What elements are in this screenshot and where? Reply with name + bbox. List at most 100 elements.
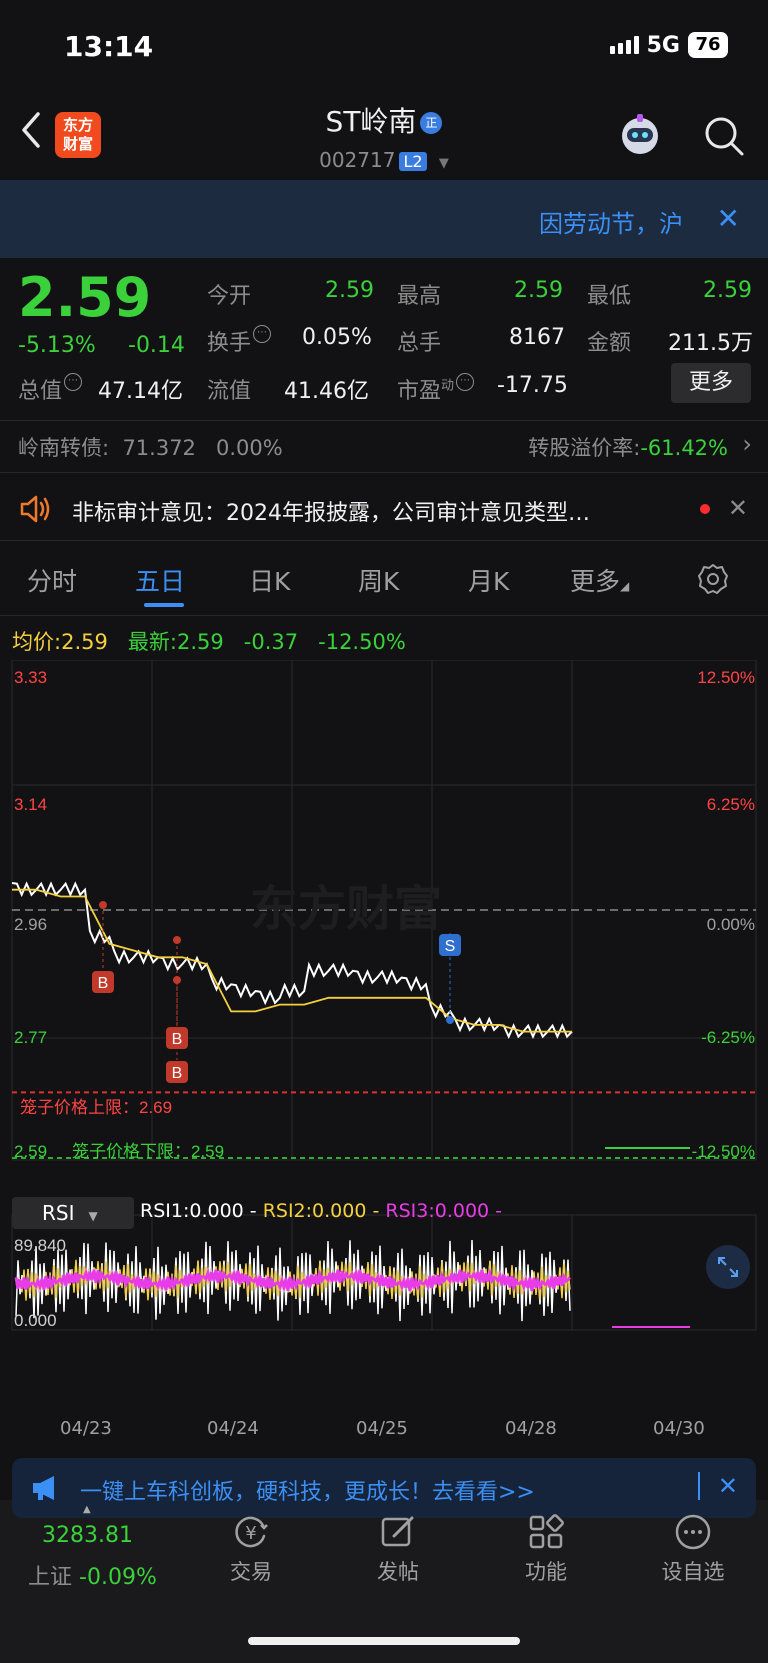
trade-marker-label: B (98, 975, 109, 992)
x-tick: 04/24 (207, 1418, 259, 1439)
upper-limit-label: 笼子价格上限：2.69 (20, 1098, 172, 1117)
edit-icon (381, 1516, 414, 1547)
volume-label: 总手 (397, 331, 442, 356)
marker-dot (173, 976, 181, 984)
float-cap-value: 41.46亿 (284, 379, 369, 404)
y-tick-right: -6.25% (701, 1028, 755, 1047)
high-value: 2.59 (514, 278, 563, 303)
low-label: 最低 (587, 284, 632, 309)
open-label: 今开 (207, 284, 252, 309)
tab-monthly-k[interactable]: 月K (468, 562, 509, 598)
chevron-down-icon: ▼ (438, 156, 449, 171)
amount-label: 金额 (587, 331, 632, 356)
nav-trade[interactable]: ¥ 交易 (201, 1512, 301, 1586)
close-icon[interactable]: ✕ (717, 202, 740, 235)
tab-daily-k[interactable]: 日K (249, 562, 290, 598)
amount-value: 211.5万 (668, 331, 753, 356)
info-icon[interactable]: ⋯ (64, 373, 83, 391)
stock-status-badge: 正 (420, 112, 443, 134)
yen-circle-icon: ¥ (235, 1516, 268, 1548)
x-tick: 04/23 (60, 1418, 112, 1439)
y-tick-right: 6.25% (707, 795, 755, 814)
trade-marker-label: B (172, 1031, 183, 1048)
notice-banner-text: 因劳动节，沪 (539, 210, 683, 238)
promo-text[interactable]: 一键上车科创板，硬科技，更成长！去看看>> (80, 1474, 535, 1506)
network-type: 5G (646, 32, 680, 58)
market-cap-label: 总值 ⋯ (18, 373, 83, 405)
divider (0, 540, 768, 541)
turnover-label: 换手 ⋯ (207, 325, 272, 357)
megaphone-icon (33, 1476, 54, 1500)
trade-marker-label: B (172, 1065, 183, 1082)
marker-dot (173, 936, 181, 944)
search-icon[interactable] (702, 114, 746, 158)
convertible-bond-row[interactable]: 岭南转债: 71.372 0.00% (18, 432, 283, 462)
market-cap-value: 47.14亿 (98, 379, 183, 404)
watermark: 东方财富 (250, 883, 442, 936)
unread-dot (700, 504, 710, 514)
change-amount: -0.14 (128, 333, 185, 358)
close-icon[interactable]: ✕ (728, 494, 748, 522)
x-tick: 04/30 (653, 1418, 705, 1439)
divider (0, 420, 768, 421)
nav-functions[interactable]: 功能 (496, 1512, 596, 1586)
grid-icon (529, 1514, 564, 1549)
signal-icon (609, 36, 639, 54)
divider (0, 615, 768, 616)
info-icon[interactable]: ⋯ (253, 325, 272, 343)
tab-more[interactable]: 更多◢ (570, 562, 629, 598)
more-button[interactable]: 更多 (671, 363, 751, 403)
volume-value: 8167 (509, 325, 565, 350)
divider (0, 472, 768, 473)
caret-up-icon: ▲ (83, 1504, 91, 1515)
index-row[interactable]: 上证 -0.09% (28, 1559, 157, 1591)
news-headline[interactable]: 非标审计意见：2024年报披露，公司审计意见类型… (72, 495, 682, 527)
y-tick-left: 2.96 (14, 915, 47, 934)
rsi-y-min: 0.000 (14, 1311, 57, 1330)
open-value: 2.59 (325, 278, 374, 303)
low-value: 2.59 (703, 278, 752, 303)
price-legend: 均价:2.59 最新:2.59 -0.37 -12.50% (12, 630, 406, 654)
marker-dot (446, 1016, 454, 1024)
assistant-robot-icon[interactable] (615, 112, 665, 158)
marker-dot (99, 901, 107, 909)
tab-intraday[interactable]: 分时 (27, 562, 77, 598)
pe-label: 市盈动 ⋯ (397, 373, 475, 405)
triangle-down-icon: ▼ (88, 1209, 98, 1223)
change-percent: -5.13% (18, 333, 96, 358)
tab-five-day[interactable]: 五日 (135, 562, 185, 598)
status-indicators: 5G 76 (609, 32, 728, 58)
current-price: 2.59 (18, 266, 152, 329)
rsi-legend: RSI1:0.000 - RSI2:0.000 - RSI3:0.000 - (140, 1200, 503, 1222)
y-tick-right: 12.50% (697, 668, 755, 687)
y-tick-left: 3.14 (14, 795, 47, 814)
speaker-icon (20, 495, 50, 523)
lower-limit-label: 笼子价格下限：2.59 (72, 1142, 224, 1161)
y-tick-left: 3.33 (14, 668, 47, 687)
more-circle-icon (675, 1514, 711, 1550)
float-cap-label: 流值 (207, 379, 252, 404)
rsi-y-max: 89.840 (14, 1236, 66, 1255)
active-tab-indicator (144, 603, 184, 607)
turnover-value: 0.05% (302, 325, 372, 350)
y-tick-left: 2.59 (14, 1142, 47, 1161)
conversion-premium[interactable]: 转股溢价率:-61.42% (528, 432, 728, 462)
gear-icon[interactable] (696, 562, 730, 596)
nav-watchlist-settings[interactable]: 设自选 (643, 1512, 743, 1586)
chevron-right-icon[interactable]: › (742, 430, 752, 458)
y-tick-right: -12.50% (692, 1142, 755, 1161)
svg-text:¥: ¥ (245, 1523, 256, 1544)
home-indicator (248, 1637, 520, 1645)
promo-divider (698, 1472, 700, 1500)
nav-post[interactable]: 发帖 (348, 1512, 448, 1586)
level-badge: L2 (399, 152, 427, 171)
index-value[interactable]: 3283.81 (42, 1523, 133, 1548)
five-day-chart[interactable]: 东方财富 BBBS 3.33 3.14 2.96 2.77 2.59 12.50… (0, 660, 768, 1440)
pe-value: -17.75 (497, 373, 568, 398)
tab-weekly-k[interactable]: 周K (358, 562, 399, 598)
expand-icon[interactable] (706, 1245, 750, 1289)
indicator-selector[interactable]: RSI ▼ (12, 1197, 134, 1229)
close-icon[interactable]: ✕ (718, 1472, 738, 1500)
info-icon[interactable]: ⋯ (456, 373, 475, 391)
y-tick-left: 2.77 (14, 1028, 47, 1047)
